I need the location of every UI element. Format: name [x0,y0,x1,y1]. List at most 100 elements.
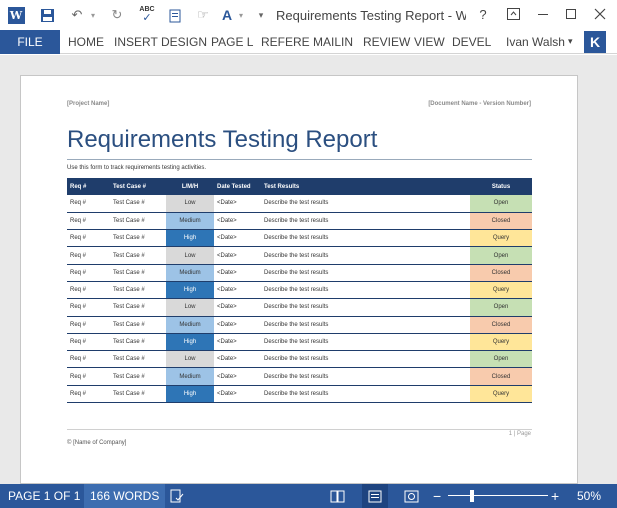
status-cell[interactable]: Query [470,281,532,300]
zoom-out-button[interactable]: − [433,484,441,508]
date-cell[interactable]: <Date> [214,316,261,334]
level-cell[interactable]: Medium [166,212,214,231]
test-case-cell[interactable]: Test Case # [110,246,166,265]
print-layout-icon[interactable] [362,484,388,508]
word-count[interactable]: 166 WORDS [84,484,166,508]
user-name[interactable]: Ivan Walsh [506,35,565,49]
ribbon-display-icon[interactable] [500,3,526,25]
save-icon[interactable] [36,4,58,26]
status-cell[interactable]: Open [470,350,532,369]
status-cell[interactable]: Query [470,229,532,248]
level-cell[interactable]: Medium [166,367,214,386]
status-cell[interactable]: Closed [470,264,532,282]
close-icon[interactable] [587,3,613,25]
test-case-cell[interactable]: Test Case # [110,333,166,352]
tab-developer[interactable]: DEVEL [452,30,491,54]
test-case-cell[interactable]: Test Case # [110,298,166,317]
test-case-cell[interactable]: Test Case # [110,281,166,300]
results-cell[interactable]: Describe the test results [261,316,470,334]
results-cell[interactable]: Describe the test results [261,246,470,265]
user-dropdown-icon[interactable]: ▾ [568,36,573,47]
results-cell[interactable]: Describe the test results [261,385,470,404]
zoom-level[interactable]: 50% [577,484,601,508]
date-cell[interactable]: <Date> [214,367,261,386]
req-number-cell[interactable]: Req # [67,281,110,300]
tab-home[interactable]: HOME [68,30,104,54]
test-case-cell[interactable]: Test Case # [110,229,166,248]
req-number-cell[interactable]: Req # [67,264,110,282]
req-number-cell[interactable]: Req # [67,350,110,369]
req-number-cell[interactable]: Req # [67,229,110,248]
req-number-cell[interactable]: Req # [67,316,110,334]
touch-mode-icon[interactable]: ☞ [192,4,214,26]
tab-insert[interactable]: INSERT [114,30,158,54]
level-cell[interactable]: Low [166,246,214,265]
zoom-slider-thumb[interactable] [470,490,474,502]
level-cell[interactable]: Medium [166,264,214,282]
results-cell[interactable]: Describe the test results [261,212,470,231]
status-cell[interactable]: Open [470,298,532,317]
level-cell[interactable]: High [166,229,214,248]
test-case-cell[interactable]: Test Case # [110,385,166,404]
results-cell[interactable]: Describe the test results [261,333,470,352]
status-cell[interactable]: Query [470,333,532,352]
test-case-cell[interactable]: Test Case # [110,264,166,282]
font-color-icon[interactable]: A [216,4,238,26]
req-number-cell[interactable]: Req # [67,246,110,265]
date-cell[interactable]: <Date> [214,298,261,317]
results-cell[interactable]: Describe the test results [261,350,470,369]
maximize-icon[interactable] [558,3,584,25]
test-case-cell[interactable]: Test Case # [110,212,166,231]
document-page[interactable]: [Project Name] [Document Name - Version … [20,75,578,484]
undo-dropdown-icon[interactable]: ▾ [88,4,98,26]
test-case-cell[interactable]: Test Case # [110,316,166,334]
req-number-cell[interactable]: Req # [67,333,110,352]
req-number-cell[interactable]: Req # [67,212,110,231]
date-cell[interactable]: <Date> [214,350,261,369]
date-cell[interactable]: <Date> [214,212,261,231]
date-cell[interactable]: <Date> [214,333,261,352]
test-case-cell[interactable]: Test Case # [110,350,166,369]
results-cell[interactable]: Describe the test results [261,367,470,386]
level-cell[interactable]: Low [166,350,214,369]
web-layout-icon[interactable] [404,484,419,508]
avatar[interactable]: K [584,31,606,53]
test-case-cell[interactable]: Test Case # [110,367,166,386]
tab-view[interactable]: VIEW [414,30,445,54]
customize-qat-icon[interactable]: ▾ [254,4,268,26]
req-number-cell[interactable]: Req # [67,385,110,404]
word-icon[interactable]: W [5,4,27,26]
status-cell[interactable]: Query [470,385,532,404]
level-cell[interactable]: Low [166,195,214,213]
status-cell[interactable]: Closed [470,316,532,334]
new-document-icon[interactable] [164,4,186,26]
level-cell[interactable]: Medium [166,316,214,334]
level-cell[interactable]: High [166,333,214,352]
results-cell[interactable]: Describe the test results [261,229,470,248]
level-cell[interactable]: High [166,281,214,300]
tab-references[interactable]: REFERE [261,30,310,54]
status-cell[interactable]: Open [470,195,532,213]
zoom-slider[interactable] [448,495,548,496]
tab-mailings[interactable]: MAILIN [313,30,353,54]
req-number-cell[interactable]: Req # [67,367,110,386]
level-cell[interactable]: High [166,385,214,404]
font-color-dropdown-icon[interactable]: ▾ [236,4,246,26]
date-cell[interactable]: <Date> [214,281,261,300]
req-number-cell[interactable]: Req # [67,195,110,213]
redo-icon[interactable]: ↻ [106,4,128,26]
results-cell[interactable]: Describe the test results [261,281,470,300]
tab-design[interactable]: DESIGN [161,30,207,54]
test-case-cell[interactable]: Test Case # [110,195,166,213]
req-number-cell[interactable]: Req # [67,298,110,317]
date-cell[interactable]: <Date> [214,229,261,248]
status-cell[interactable]: Closed [470,212,532,231]
level-cell[interactable]: Low [166,298,214,317]
date-cell[interactable]: <Date> [214,246,261,265]
proofing-icon[interactable] [170,484,184,508]
results-cell[interactable]: Describe the test results [261,264,470,282]
results-cell[interactable]: Describe the test results [261,195,470,213]
undo-icon[interactable]: ↶ [66,4,88,26]
status-cell[interactable]: Closed [470,367,532,386]
file-tab[interactable]: FILE [0,30,60,54]
